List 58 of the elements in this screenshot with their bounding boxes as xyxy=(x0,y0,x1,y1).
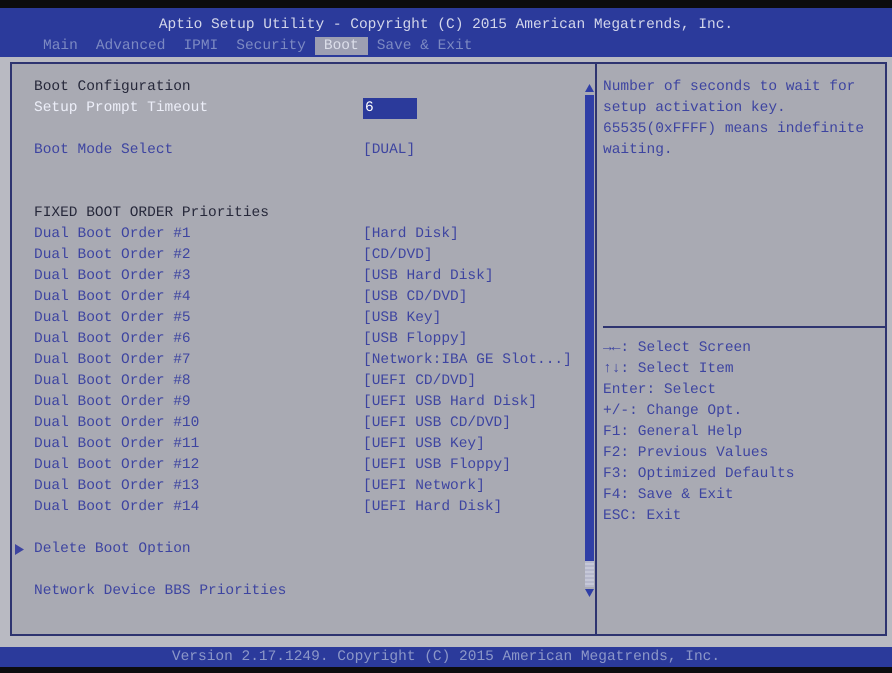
key-hint: →←: Select Screen xyxy=(603,339,752,358)
setting-value: [USB Hard Disk] xyxy=(363,268,494,284)
setting-value: [UEFI USB Floppy] xyxy=(363,457,511,473)
menu-tab[interactable]: Advanced xyxy=(86,37,174,55)
setting-label[interactable]: Dual Boot Order #14 xyxy=(34,497,363,518)
setting-value: [Network:IBA GE Slot...] xyxy=(363,352,572,368)
setting-label[interactable]: Setup Prompt Timeout xyxy=(34,98,363,119)
setting-value: [DUAL] xyxy=(363,142,416,158)
triangle-right-icon xyxy=(15,544,24,555)
setting-value: [USB CD/DVD] xyxy=(363,289,468,305)
setting-label[interactable]: Dual Boot Order #12 xyxy=(34,455,363,476)
setting-value: [UEFI USB CD/DVD] xyxy=(363,415,511,431)
setting-label[interactable]: Dual Boot Order #9 xyxy=(34,392,363,413)
setting-value: [USB Key] xyxy=(363,310,442,326)
setting-label[interactable]: Dual Boot Order #3 xyxy=(34,266,363,287)
setting-label[interactable]: Dual Boot Order #5 xyxy=(34,308,363,329)
setting-label[interactable]: Dual Boot Order #6 xyxy=(34,329,363,350)
number-field[interactable]: 6 xyxy=(363,98,418,119)
key-hint: ↑↓: Select Item xyxy=(603,360,735,379)
scroll-down-icon[interactable] xyxy=(585,589,594,597)
key-hint: Enter: Select xyxy=(603,381,718,400)
setting-label[interactable]: Dual Boot Order #10 xyxy=(34,413,363,434)
key-hint: F1: General Help xyxy=(603,423,744,442)
key-hint: F3: Optimized Defaults xyxy=(603,465,796,484)
setup-title: Aptio Setup Utility - Copyright (C) 2015 American Megatrends, Inc. xyxy=(158,16,734,35)
submenu-item[interactable]: Delete Boot Option xyxy=(34,539,585,560)
key-hint: +/-: Change Opt. xyxy=(603,402,744,421)
key-hint: ESC: Exit xyxy=(603,507,682,526)
key-hint: F2: Previous Values xyxy=(603,444,770,463)
version-text: Version 2.17.1249. Copyright (C) 2015 American Megatrends, Inc. xyxy=(172,648,720,667)
setting-label[interactable]: Dual Boot Order #4 xyxy=(34,287,363,308)
setting-value: [UEFI USB Hard Disk] xyxy=(363,394,538,410)
menu-tab[interactable]: IPMI xyxy=(174,37,228,55)
setting-value: [UEFI CD/DVD] xyxy=(363,373,476,389)
setting-value: [UEFI USB Key] xyxy=(363,436,485,452)
setting-label[interactable]: Dual Boot Order #11 xyxy=(34,434,363,455)
menu-tab[interactable]: Save & Exit xyxy=(368,37,482,55)
help-text: 65535(0xFFFF) means indefinite waiting. xyxy=(603,120,866,160)
setting-label[interactable]: Dual Boot Order #1 xyxy=(34,224,363,245)
setting-label[interactable]: Dual Boot Order #13 xyxy=(34,476,363,497)
setting-label[interactable]: Dual Boot Order #8 xyxy=(34,371,363,392)
section-heading: FIXED BOOT ORDER Priorities xyxy=(34,204,270,223)
menu-tab[interactable]: Main xyxy=(34,37,87,55)
setting-value: [USB Floppy] xyxy=(363,331,468,347)
key-hint: F4: Save & Exit xyxy=(603,486,735,505)
help-text: Number of seconds to wait for setup activation key. xyxy=(603,78,856,118)
menu-tab[interactable]: Boot xyxy=(314,37,368,55)
menu-tab[interactable]: Security xyxy=(227,37,315,55)
setting-value: [UEFI Network] xyxy=(363,478,485,494)
setting-label[interactable]: Dual Boot Order #2 xyxy=(34,245,363,266)
menu-item[interactable]: Network Device BBS Priorities xyxy=(34,581,585,602)
setting-label[interactable]: Dual Boot Order #7 xyxy=(34,350,363,371)
setting-label[interactable]: Boot Mode Select xyxy=(34,140,363,161)
scroll-up-icon[interactable] xyxy=(585,84,594,92)
setting-value: [UEFI Hard Disk] xyxy=(363,499,502,515)
setting-value: [CD/DVD] xyxy=(363,247,433,263)
section-heading: Boot Configuration xyxy=(34,78,192,97)
setting-value: [Hard Disk] xyxy=(363,226,459,242)
